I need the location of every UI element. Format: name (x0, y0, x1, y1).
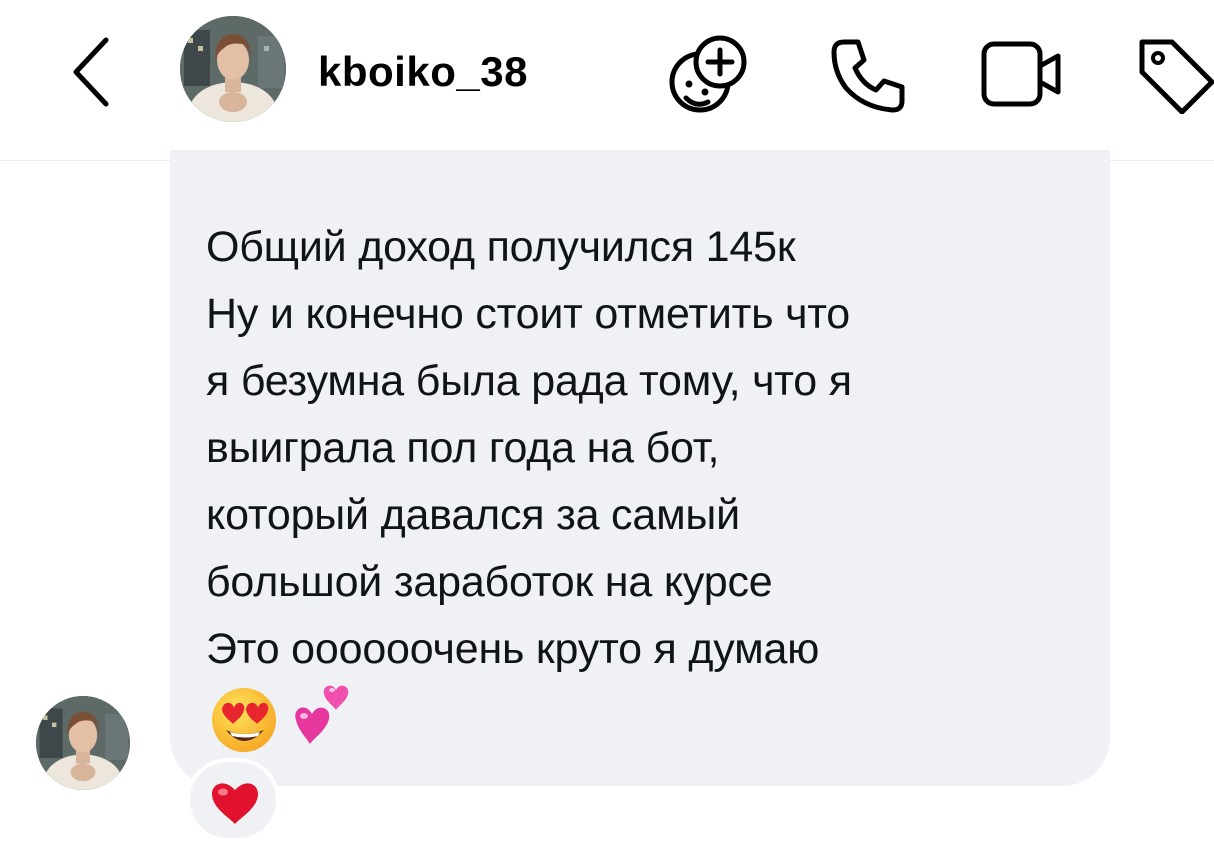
back-button[interactable] (64, 34, 120, 110)
video-call-icon (981, 41, 1061, 107)
add-sticker-icon (669, 35, 747, 113)
chat-header: kboiko_38 (0, 0, 1214, 161)
message-reaction[interactable] (186, 758, 280, 842)
phone-call-button[interactable] (824, 30, 914, 120)
profile-photo (36, 696, 130, 790)
phone-call-icon (831, 39, 905, 113)
heart-eyes-emoji (212, 688, 276, 752)
chat-username[interactable]: kboiko_38 (318, 44, 528, 100)
two-hearts-emoji (295, 685, 349, 744)
sender-avatar[interactable] (36, 696, 130, 790)
video-call-button[interactable] (978, 36, 1068, 116)
profile-photo (180, 16, 286, 122)
message-text: Общий доход получился 145к Ну и конечно … (206, 223, 852, 673)
tag-button[interactable] (1132, 30, 1214, 115)
red-heart-emoji (212, 783, 258, 824)
avatar[interactable] (180, 16, 286, 122)
tag-icon (1139, 39, 1214, 115)
chat-screen: kboiko_38 Общий доход получился 145к Ну … (0, 0, 1214, 856)
back-chevron-icon (73, 37, 109, 107)
message-emojis (208, 682, 368, 762)
add-sticker-button[interactable] (664, 30, 754, 120)
